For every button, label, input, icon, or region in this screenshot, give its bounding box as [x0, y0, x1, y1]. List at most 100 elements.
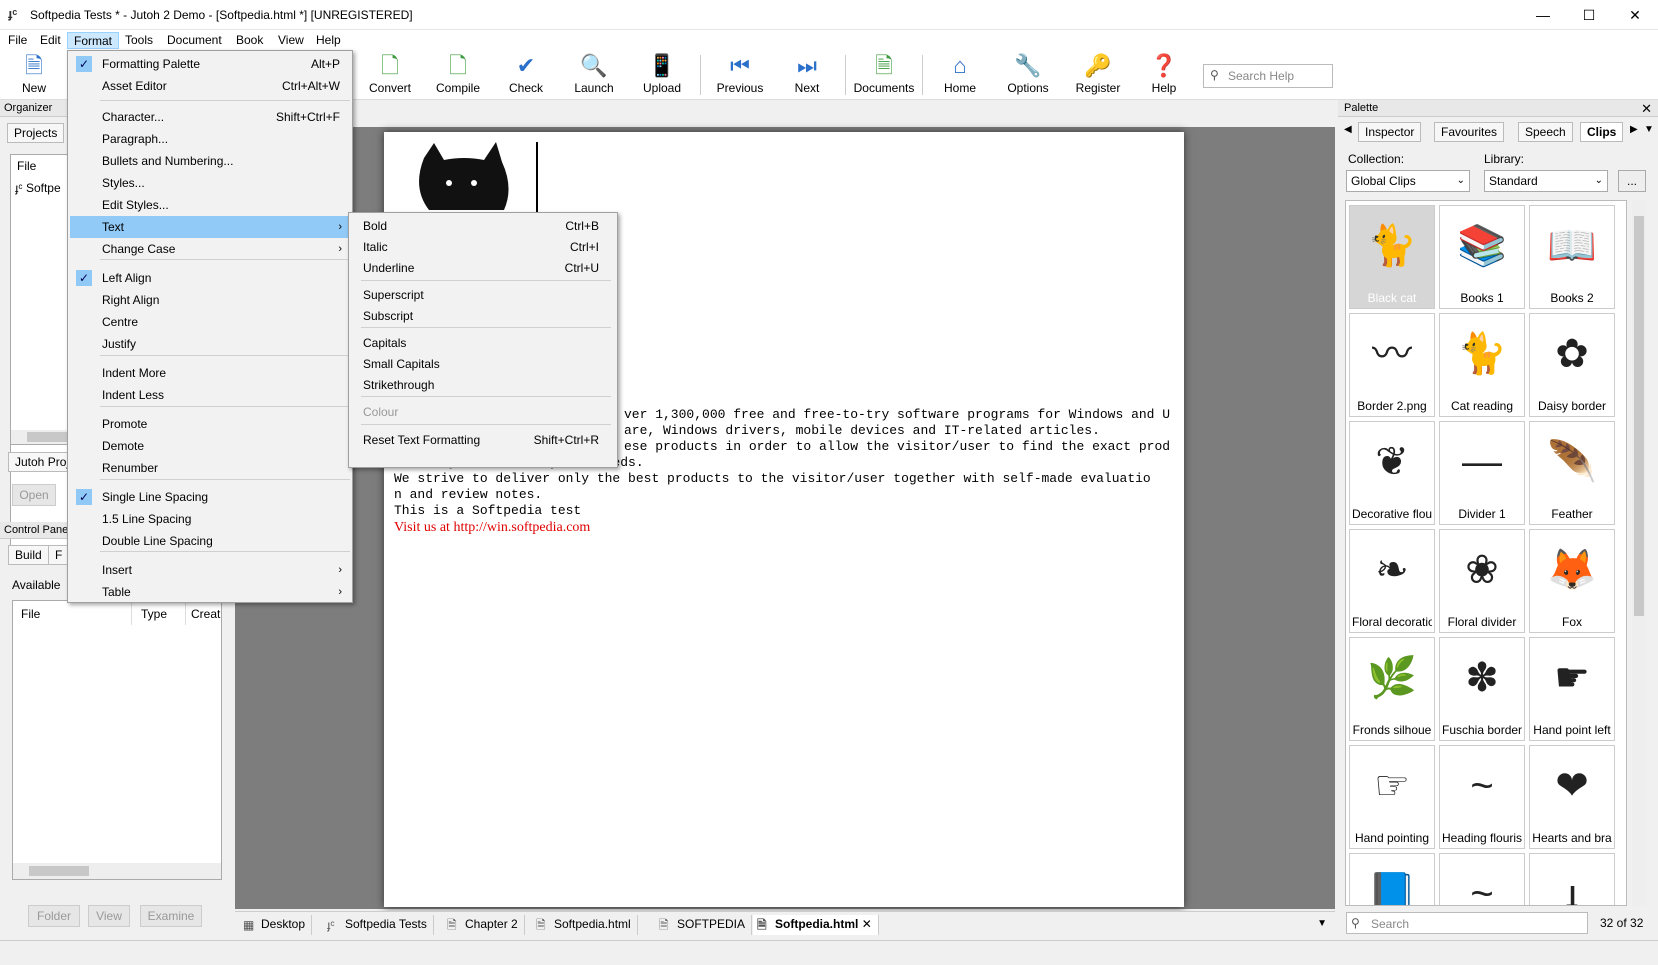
- tab-softpedia-html-active[interactable]: 🗎 Softpedia.html ✕: [753, 915, 879, 935]
- menu-format[interactable]: Format: [67, 32, 120, 49]
- clip-item[interactable]: — Divider 1: [1439, 421, 1525, 525]
- previous-button[interactable]: ⏮ Previous: [712, 52, 768, 98]
- format-menu-item-centre[interactable]: Centre: [70, 311, 350, 333]
- column-file[interactable]: File: [21, 607, 40, 621]
- examine-button[interactable]: Examine: [140, 905, 202, 927]
- menu-document[interactable]: Document: [161, 32, 228, 49]
- tab-menu-icon[interactable]: ▼: [1644, 124, 1654, 135]
- home-button[interactable]: ⌂ Home: [932, 52, 988, 98]
- upload-button[interactable]: 📱 Upload: [634, 52, 690, 98]
- text-menu-item-bold[interactable]: Bold Ctrl+B: [351, 215, 615, 237]
- documents-button[interactable]: 🗎 Documents: [850, 52, 918, 98]
- tab-softpedia[interactable]: 🗎 SOFTPEDIA: [655, 915, 753, 935]
- clip-item[interactable]: ❤ Hearts and bra: [1529, 745, 1615, 849]
- format-menu-item-demote[interactable]: Demote: [70, 435, 350, 457]
- clip-item[interactable]: ✽ Fuschia border: [1439, 637, 1525, 741]
- launch-button[interactable]: 🔍 Launch: [566, 52, 622, 98]
- clip-item[interactable]: ❦ Decorative flou: [1349, 421, 1435, 525]
- vertical-scrollbar[interactable]: [1632, 200, 1646, 906]
- tab-scroll-left-icon[interactable]: ◀: [1344, 124, 1352, 135]
- text-menu-item-superscript[interactable]: Superscript: [351, 284, 615, 306]
- clip-item[interactable]: ☞ Hand pointing: [1349, 745, 1435, 849]
- menu-help[interactable]: Help: [310, 32, 347, 49]
- view-button[interactable]: View: [88, 905, 130, 927]
- format-menu-item-paragraph[interactable]: Paragraph...: [70, 128, 350, 150]
- tab-speech[interactable]: Speech: [1518, 122, 1573, 142]
- format-menu-item-right-align[interactable]: Right Align: [70, 289, 350, 311]
- clip-item[interactable]: 🦊 Fox: [1529, 529, 1615, 633]
- format-menu-item-character[interactable]: Character... Shift+Ctrl+F: [70, 106, 350, 128]
- format-menu-item-change-case[interactable]: Change Case ›: [70, 238, 350, 260]
- format-menu-item-table[interactable]: Table ›: [70, 581, 350, 603]
- check-button[interactable]: ✔ Check: [498, 52, 554, 98]
- clip-item[interactable]: 🪶 Feather: [1529, 421, 1615, 525]
- clips-search-input[interactable]: ⚲ Search: [1346, 912, 1588, 934]
- tab-build[interactable]: Build: [8, 545, 49, 565]
- tab-jutoh-project[interactable]: Jutoh Proj: [8, 452, 77, 472]
- maximize-icon[interactable]: ☐: [1566, 0, 1612, 30]
- text-menu-item-subscript[interactable]: Subscript: [351, 305, 615, 327]
- clip-item[interactable]: 〰 Border 2.png: [1349, 313, 1435, 417]
- link-text[interactable]: Visit us at http://win.softpedia.com: [394, 520, 590, 536]
- clip-item[interactable]: 📖 Books 2: [1529, 205, 1615, 309]
- clip-item[interactable]: ☛ Hand point left: [1529, 637, 1615, 741]
- next-button[interactable]: ⏭ Next: [779, 52, 835, 98]
- format-menu-item-bullets-and-numbering[interactable]: Bullets and Numbering...: [70, 150, 350, 172]
- format-menu-item-styles[interactable]: Styles...: [70, 172, 350, 194]
- open-button[interactable]: Open: [12, 484, 56, 506]
- clip-item[interactable]: 🌿 Fronds silhoue: [1349, 637, 1435, 741]
- minimize-icon[interactable]: —: [1520, 0, 1566, 30]
- format-menu-item-single-line-spacing[interactable]: ✓ Single Line Spacing: [70, 486, 350, 508]
- close-icon[interactable]: ✕: [1641, 101, 1652, 117]
- clip-item[interactable]: 🐈 Cat reading: [1439, 313, 1525, 417]
- menu-book[interactable]: Book: [230, 32, 269, 49]
- tab-favourites[interactable]: Favourites: [1434, 122, 1505, 142]
- format-menu-item-left-align[interactable]: ✓ Left Align: [70, 267, 350, 289]
- tab-dropdown-icon[interactable]: ▼: [1317, 918, 1327, 929]
- collection-select[interactable]: Global Clips ⌄: [1346, 170, 1470, 192]
- clip-item[interactable]: 📘: [1349, 853, 1435, 905]
- close-tab-icon[interactable]: ✕: [862, 917, 872, 931]
- format-menu-item-asset-editor[interactable]: Asset Editor Ctrl+Alt+W: [70, 75, 350, 97]
- horizontal-scrollbar[interactable]: [13, 863, 221, 879]
- menu-file[interactable]: File: [2, 32, 33, 49]
- tab-chapter-2[interactable]: 🗎 Chapter 2: [443, 915, 525, 935]
- compile-button[interactable]: 🗋 Compile: [430, 52, 486, 98]
- format-menu-item-double-line-spacing[interactable]: Double Line Spacing: [70, 530, 350, 552]
- folder-button[interactable]: Folder: [28, 905, 80, 927]
- format-menu-item-text[interactable]: Text ›: [70, 216, 350, 238]
- text-menu-item-underline[interactable]: Underline Ctrl+U: [351, 257, 615, 279]
- tab-inspector[interactable]: Inspector: [1358, 122, 1422, 142]
- menu-tools[interactable]: Tools: [119, 32, 159, 49]
- format-menu-item-edit-styles[interactable]: Edit Styles...: [70, 194, 350, 216]
- text-menu-item-small-capitals[interactable]: Small Capitals: [351, 353, 615, 375]
- tab-scroll-right-icon[interactable]: ▶: [1630, 124, 1638, 135]
- tab-desktop[interactable]: ▦ Desktop: [239, 915, 313, 935]
- clip-item[interactable]: ~: [1439, 853, 1525, 905]
- help-button[interactable]: ❓ Help: [1136, 52, 1192, 98]
- close-icon[interactable]: ✕: [1612, 0, 1658, 30]
- list-item[interactable]: ɟᶜ Softpe: [15, 181, 61, 195]
- tab-clips[interactable]: Clips: [1580, 122, 1624, 142]
- format-menu-item-insert[interactable]: Insert ›: [70, 559, 350, 581]
- format-menu-item-1-5-line-spacing[interactable]: 1.5 Line Spacing: [70, 508, 350, 530]
- clip-item[interactable]: ✿ Daisy border: [1529, 313, 1615, 417]
- more-button[interactable]: ...: [1618, 170, 1646, 192]
- text-menu-item-strikethrough[interactable]: Strikethrough: [351, 374, 615, 396]
- clip-item[interactable]: ❧ Floral decoratio: [1349, 529, 1435, 633]
- files-table[interactable]: File Type Creat: [12, 600, 222, 880]
- menu-edit[interactable]: Edit: [34, 32, 67, 49]
- format-menu-item-justify[interactable]: Justify: [70, 333, 350, 355]
- format-menu-item-renumber[interactable]: Renumber: [70, 457, 350, 479]
- text-menu-item-reset-text-formatting[interactable]: Reset Text Formatting Shift+Ctrl+R: [351, 429, 615, 451]
- text-menu-item-italic[interactable]: Italic Ctrl+I: [351, 236, 615, 258]
- options-button[interactable]: 🔧 Options: [1000, 52, 1056, 98]
- tab-softpedia-html[interactable]: 🗎 Softpedia.html: [532, 915, 638, 935]
- tab-softpedia-tests[interactable]: ɟᶜ Softpedia Tests: [323, 915, 434, 935]
- format-menu-item-indent-more[interactable]: Indent More: [70, 362, 350, 384]
- format-menu-item-formatting-palette[interactable]: ✓ Formatting Palette Alt+P: [70, 53, 350, 75]
- tab-projects[interactable]: Projects: [7, 123, 65, 143]
- register-button[interactable]: 🔑 Register: [1068, 52, 1128, 98]
- library-select[interactable]: Standard ⌄: [1484, 170, 1608, 192]
- format-menu-item-indent-less[interactable]: Indent Less: [70, 384, 350, 406]
